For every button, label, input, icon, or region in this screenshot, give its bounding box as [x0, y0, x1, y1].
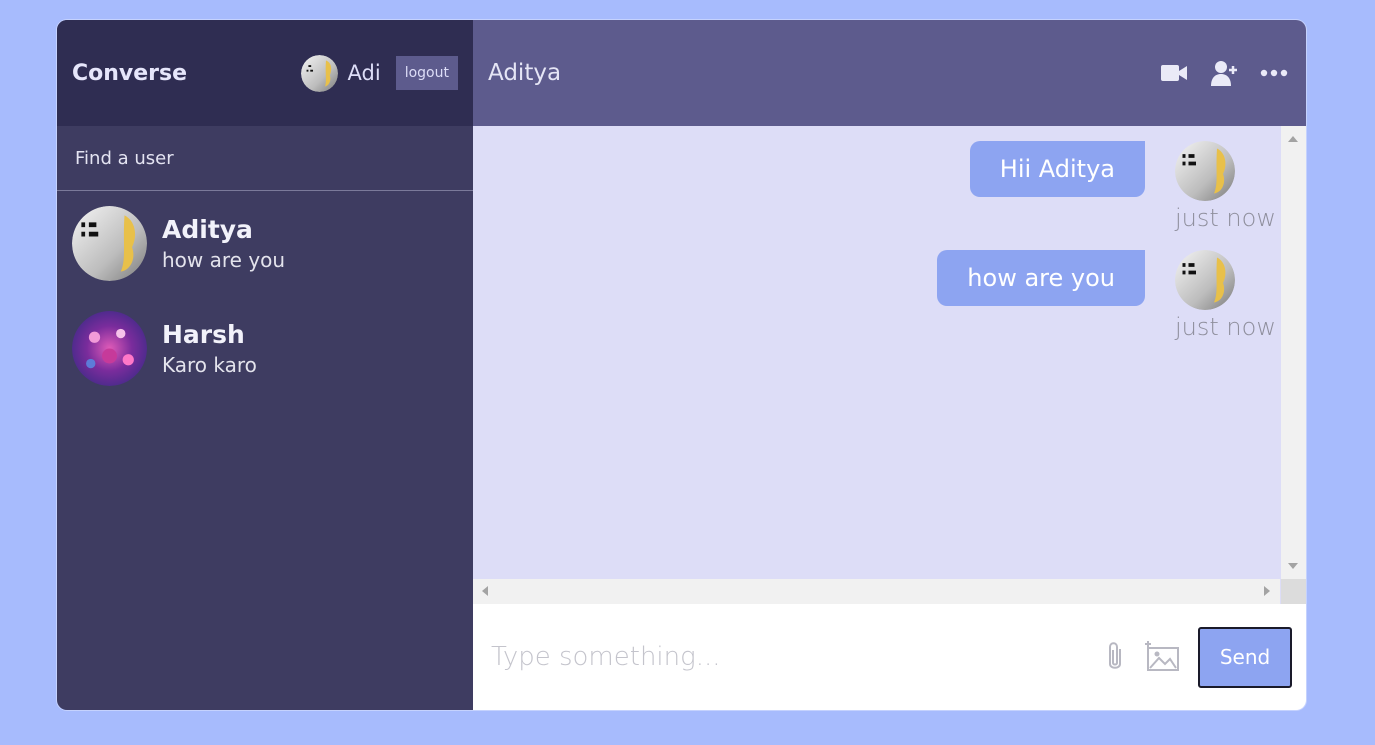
chat-list-item-text: Aditya how are you	[162, 215, 285, 272]
chat-list-item-text: Harsh Karo karo	[162, 320, 257, 377]
sender-avatar	[1175, 250, 1235, 310]
scrollbar-corner	[1281, 579, 1306, 604]
contact-avatar	[72, 311, 147, 386]
message-content: how are you	[937, 250, 1145, 341]
message-bubble: Hii Aditya	[969, 141, 1145, 197]
message: just now Hii Aditya	[488, 141, 1276, 232]
message-time: just now	[1175, 204, 1276, 232]
message-input-bar: Send	[473, 604, 1306, 710]
current-user-name: Adi	[347, 61, 381, 85]
chat-list-item-harsh[interactable]: Harsh Karo karo	[57, 296, 473, 401]
sidebar: Converse Adi logout Find a user Aditya h…	[57, 20, 473, 710]
chat-list-item-aditya[interactable]: Aditya how are you	[57, 191, 473, 296]
scroll-right-arrow-icon[interactable]	[1264, 586, 1270, 596]
logout-button[interactable]: logout	[395, 56, 458, 90]
horizontal-scrollbar[interactable]	[473, 579, 1280, 604]
sender-avatar	[1175, 141, 1235, 201]
message-content: Hii Aditya	[969, 141, 1145, 232]
last-message: Karo karo	[162, 353, 257, 377]
attach-file-icon[interactable]	[1104, 640, 1126, 674]
last-message: how are you	[162, 248, 286, 272]
scroll-down-arrow-icon[interactable]	[1288, 563, 1298, 569]
current-user: Adi logout	[300, 54, 458, 92]
message: just now how are you	[488, 250, 1276, 341]
add-user-icon[interactable]	[1210, 59, 1238, 87]
scroll-left-arrow-icon[interactable]	[482, 586, 488, 596]
contact-name: Harsh	[162, 320, 245, 349]
chat-panel: Aditya just now Hii Aditya just now how …	[473, 20, 1306, 710]
message-bubble: how are you	[937, 250, 1145, 306]
contact-avatar	[72, 206, 147, 281]
chat-app-window: Converse Adi logout Find a user Aditya h…	[57, 20, 1306, 710]
message-time: just now	[1175, 313, 1276, 341]
user-search	[57, 126, 473, 191]
message-input[interactable]	[491, 642, 1051, 672]
sidebar-navbar: Converse Adi logout	[57, 20, 473, 126]
send-actions: Send	[1104, 626, 1292, 688]
video-camera-icon[interactable]	[1160, 63, 1188, 83]
message-list: just now Hii Aditya just now how are you	[473, 126, 1280, 579]
messages-scroll-area[interactable]: just now Hii Aditya just now how are you	[473, 126, 1306, 604]
send-button[interactable]: Send	[1198, 626, 1292, 688]
more-options-icon[interactable]	[1260, 68, 1288, 78]
scroll-up-arrow-icon[interactable]	[1288, 136, 1298, 142]
chat-contact-name: Aditya	[488, 60, 562, 86]
chat-header: Aditya	[473, 20, 1306, 126]
current-user-avatar	[300, 54, 338, 92]
message-info: just now	[1175, 250, 1276, 341]
add-image-icon[interactable]	[1144, 641, 1180, 673]
search-input[interactable]	[75, 147, 455, 169]
vertical-scrollbar[interactable]	[1281, 126, 1306, 579]
message-info: just now	[1175, 141, 1276, 232]
chat-header-actions	[1160, 59, 1288, 87]
app-logo: Converse	[72, 60, 188, 86]
contact-name: Aditya	[162, 215, 253, 244]
chat-list: Aditya how are you Harsh Karo karo	[57, 191, 473, 710]
